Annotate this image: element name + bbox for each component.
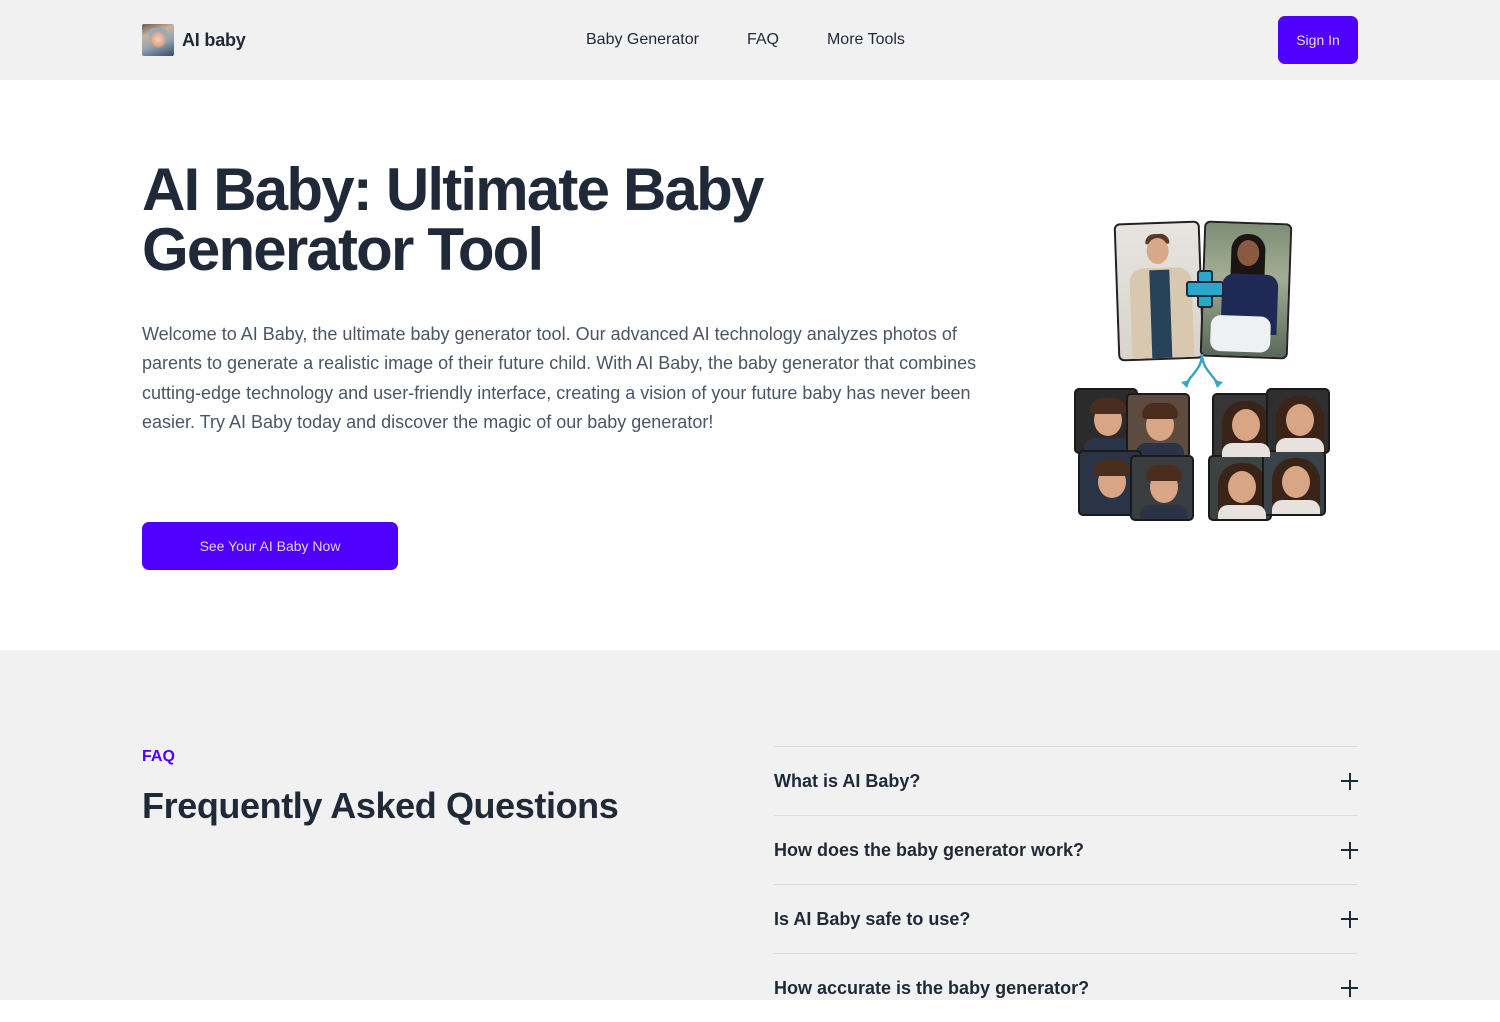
faq-question: Is AI Baby safe to use? (774, 908, 971, 929)
plus-icon (1186, 270, 1224, 308)
nav-more-tools[interactable]: More Tools (827, 29, 905, 51)
faq-title: Frequently Asked Questions (142, 785, 619, 826)
faq-question: What is AI Baby? (774, 770, 921, 791)
hero-title: AI Baby: Ultimate Baby Generator Tool (142, 156, 764, 283)
site-header: AI baby Baby Generator FAQ More Tools Si… (0, 0, 1500, 80)
girl-portrait (1262, 450, 1326, 516)
faq-question: How accurate is the baby generator? (774, 977, 1090, 998)
hero-description: Welcome to AI Baby, the ultimate baby ge… (142, 324, 977, 432)
faq-item[interactable]: How accurate is the baby generator? (774, 953, 1358, 1022)
faq-question: How does the baby generator work? (774, 839, 1085, 860)
boy-portrait (1130, 455, 1194, 521)
faq-section: FAQ Frequently Asked Questions What is A… (0, 650, 1500, 1000)
plus-icon[interactable] (1341, 979, 1358, 997)
faq-list: What is AI Baby? How does the baby gener… (774, 746, 1358, 1022)
plus-icon[interactable] (1341, 841, 1358, 859)
faq-item[interactable]: How does the baby generator work? (774, 815, 1358, 884)
plus-icon[interactable] (1341, 772, 1358, 790)
hero-illustration (1070, 218, 1340, 521)
logo-text: AI baby (182, 29, 246, 50)
main-nav: Baby Generator FAQ More Tools (586, 29, 905, 51)
faq-item[interactable]: Is AI Baby safe to use? (774, 884, 1358, 953)
logo-link[interactable]: AI baby (142, 24, 246, 56)
see-your-ai-baby-button[interactable]: See Your AI Baby Now (142, 522, 398, 570)
hero-section: AI Baby: Ultimate Baby Generator Tool We… (0, 80, 1500, 650)
baby-avatar-icon (142, 24, 174, 56)
plus-icon[interactable] (1341, 910, 1358, 928)
faq-item[interactable]: What is AI Baby? (774, 746, 1358, 815)
nav-baby-generator[interactable]: Baby Generator (586, 29, 699, 51)
nav-faq[interactable]: FAQ (747, 29, 779, 51)
sign-in-button[interactable]: Sign In (1278, 16, 1358, 64)
girl-portrait (1266, 388, 1330, 454)
split-arrow-icon (1181, 354, 1223, 388)
faq-eyebrow: FAQ (142, 748, 175, 765)
